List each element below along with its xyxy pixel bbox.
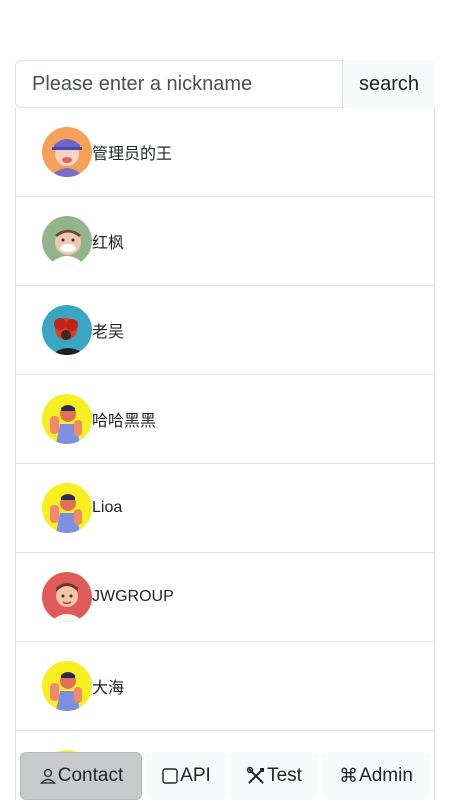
avatar	[42, 483, 92, 533]
search-bar: search	[15, 60, 435, 108]
tab-admin[interactable]: ⌘ Admin	[322, 752, 430, 800]
search-button[interactable]: search	[343, 60, 435, 108]
avatar	[42, 394, 92, 444]
contact-item[interactable]: JWGROUP	[16, 553, 434, 642]
contact-name: 管理员的王	[92, 146, 173, 163]
contact-name: JWGROUP	[92, 588, 174, 605]
avatar	[42, 661, 92, 711]
contact-item[interactable]: 红枫	[16, 197, 434, 286]
tab-label: API	[180, 765, 211, 786]
contact-item[interactable]: 老吴	[16, 286, 434, 375]
square-icon	[161, 767, 179, 785]
contact-list: 管理员的王 红枫 老吴 哈哈黑黑 Lioa JWGROUP 大海	[15, 108, 435, 800]
tools-icon	[246, 766, 266, 786]
contact-name: 哈哈黑黑	[92, 413, 157, 430]
person-icon	[39, 767, 57, 785]
contact-item[interactable]: Lioa	[16, 464, 434, 553]
contact-item[interactable]: 管理员的王	[16, 108, 434, 197]
avatar	[42, 305, 92, 355]
bottom-tab-bar: Contact API Test ⌘ Admin	[20, 752, 430, 800]
tab-api[interactable]: API	[146, 752, 226, 800]
command-icon: ⌘	[339, 765, 359, 787]
contact-name: 大海	[92, 680, 125, 697]
tab-test[interactable]: Test	[230, 752, 318, 800]
avatar	[42, 127, 92, 177]
contact-name: Lioa	[92, 499, 123, 516]
contact-item[interactable]: 大海	[16, 642, 434, 731]
contact-name: 老吴	[92, 324, 125, 341]
tab-label: Contact	[57, 765, 124, 786]
tab-label: Test	[267, 765, 302, 786]
tab-contact[interactable]: Contact	[20, 752, 142, 800]
contact-item[interactable]: 哈哈黑黑	[16, 375, 434, 464]
avatar	[42, 216, 92, 266]
avatar	[42, 572, 92, 622]
tab-label: Admin	[359, 765, 413, 786]
contact-name: 红枫	[92, 235, 125, 252]
nickname-search-input[interactable]	[15, 60, 343, 108]
